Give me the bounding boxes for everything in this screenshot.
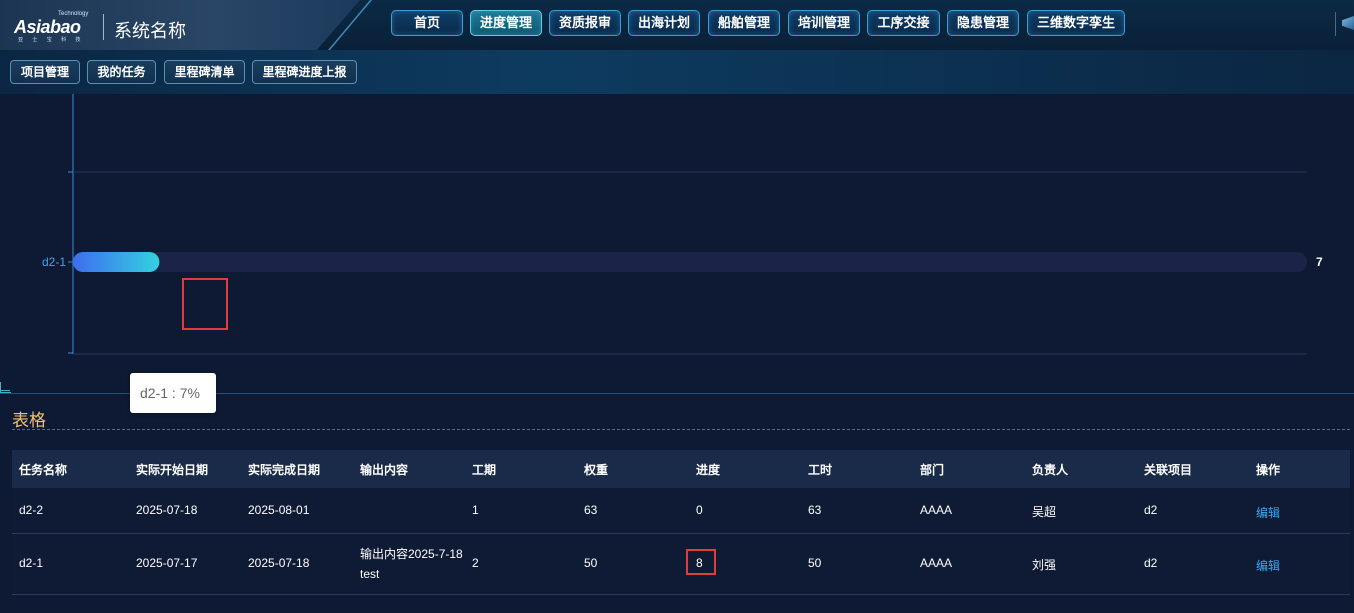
brand-divider xyxy=(103,14,104,40)
company-logo: Technology Asiabao 亚 士 宝 科 技 xyxy=(14,11,94,43)
subnav-milestone-report[interactable]: 里程碑进度上报 xyxy=(252,60,357,84)
nav-ship-management[interactable]: 船舶管理 xyxy=(708,10,780,36)
y-tick-label: d2-1 xyxy=(42,255,66,269)
bar-value-label: 7 xyxy=(1316,255,1323,269)
col-related-project: 关联项目 xyxy=(1144,463,1193,477)
logo-subtext: 亚 士 宝 科 技 xyxy=(18,37,85,43)
subnav-my-tasks[interactable]: 我的任务 xyxy=(87,60,156,84)
cell-actual-finish: 2025-08-01 xyxy=(248,503,310,517)
cell-task-name: d2-2 xyxy=(19,503,44,517)
cell-hours: 63 xyxy=(808,503,822,517)
cell-progress: 0 xyxy=(696,503,703,517)
cell-owner: 吴超 xyxy=(1032,505,1057,519)
cell-actual-start: 2025-07-18 xyxy=(136,503,198,517)
col-progress: 进度 xyxy=(696,463,721,477)
col-hours: 工时 xyxy=(808,463,833,477)
cell-related-project: d2 xyxy=(1144,556,1158,570)
cell-related-project: d2 xyxy=(1144,503,1158,517)
nav-training-management[interactable]: 培训管理 xyxy=(788,10,860,36)
bar-track xyxy=(73,252,1307,272)
nav-hazard-management[interactable]: 隐患管理 xyxy=(947,10,1019,36)
tooltip-highlight-box xyxy=(182,278,228,330)
panel-corner-decoration xyxy=(0,382,11,393)
cell-owner: 刘强 xyxy=(1032,558,1057,572)
nav-process-handover[interactable]: 工序交接 xyxy=(867,10,940,36)
col-owner: 负责人 xyxy=(1032,463,1069,477)
user-menu-icon[interactable] xyxy=(1335,12,1354,36)
col-output: 输出内容 xyxy=(360,463,409,477)
bar-d2-1[interactable] xyxy=(73,252,160,272)
panel-corner-decoration xyxy=(0,390,10,391)
col-department: 部门 xyxy=(920,463,945,477)
section-divider xyxy=(12,429,1350,430)
cell-weight: 63 xyxy=(584,503,598,517)
nav-digital-twin[interactable]: 三维数字孪生 xyxy=(1027,10,1125,36)
col-actions: 操作 xyxy=(1256,463,1281,477)
cell-actual-finish: 2025-07-18 xyxy=(248,556,310,570)
col-weight: 权重 xyxy=(584,463,609,477)
nav-sea-plan[interactable]: 出海计划 xyxy=(628,10,700,36)
cell-task-name: d2-1 xyxy=(19,556,44,570)
progress-chart: d2-1 7 xyxy=(42,94,1323,355)
cell-actual-start: 2025-07-17 xyxy=(136,556,198,570)
table-section-title: 表格 xyxy=(12,411,46,430)
cell-duration: 1 xyxy=(472,503,479,517)
cell-department: AAAA xyxy=(920,556,953,570)
cell-department: AAAA xyxy=(920,503,953,517)
subnav-project-management[interactable]: 项目管理 xyxy=(10,60,80,84)
nav-home[interactable]: 首页 xyxy=(391,10,463,36)
col-duration: 工期 xyxy=(472,463,497,477)
cell-hours: 50 xyxy=(808,556,822,570)
progress-chart-panel: d2-1 7 d2-1 : 7% xyxy=(0,94,1354,413)
top-header: Technology Asiabao 亚 士 宝 科 技 系统名称 首页 进度管… xyxy=(0,0,1354,51)
subnav-milestone-list[interactable]: 里程碑清单 xyxy=(164,60,245,84)
table-row: d2-1 2025-07-17 2025-07-18 输出内容2025-7-18… xyxy=(12,534,1350,595)
table-header: 任务名称 实际开始日期 实际完成日期 输出内容 工期 权重 进度 工时 部门 负… xyxy=(12,450,1350,489)
cell-duration: 2 xyxy=(472,556,479,570)
logo-wordmark: Asiabao xyxy=(14,17,81,37)
system-name: 系统名称 xyxy=(114,21,186,41)
edit-link[interactable]: 编辑 xyxy=(1256,504,1280,521)
nav-qualification-review[interactable]: 资质报审 xyxy=(549,10,621,36)
col-actual-start: 实际开始日期 xyxy=(136,463,209,477)
nav-progress-management[interactable]: 进度管理 xyxy=(470,10,542,36)
col-actual-finish: 实际完成日期 xyxy=(248,463,321,477)
chart-tooltip: d2-1 : 7% xyxy=(130,373,216,413)
sub-nav: 项目管理 我的任务 里程碑清单 里程碑进度上报 xyxy=(0,50,1354,94)
col-task-name: 任务名称 xyxy=(19,463,68,477)
edit-link[interactable]: 编辑 xyxy=(1256,557,1280,574)
table-row: d2-2 2025-07-18 2025-08-01 1 63 0 63 AAA… xyxy=(12,488,1350,534)
cell-output: 输出内容2025-7-18test xyxy=(360,547,463,581)
progress-highlight-box xyxy=(686,549,716,575)
cell-weight: 50 xyxy=(584,556,598,570)
